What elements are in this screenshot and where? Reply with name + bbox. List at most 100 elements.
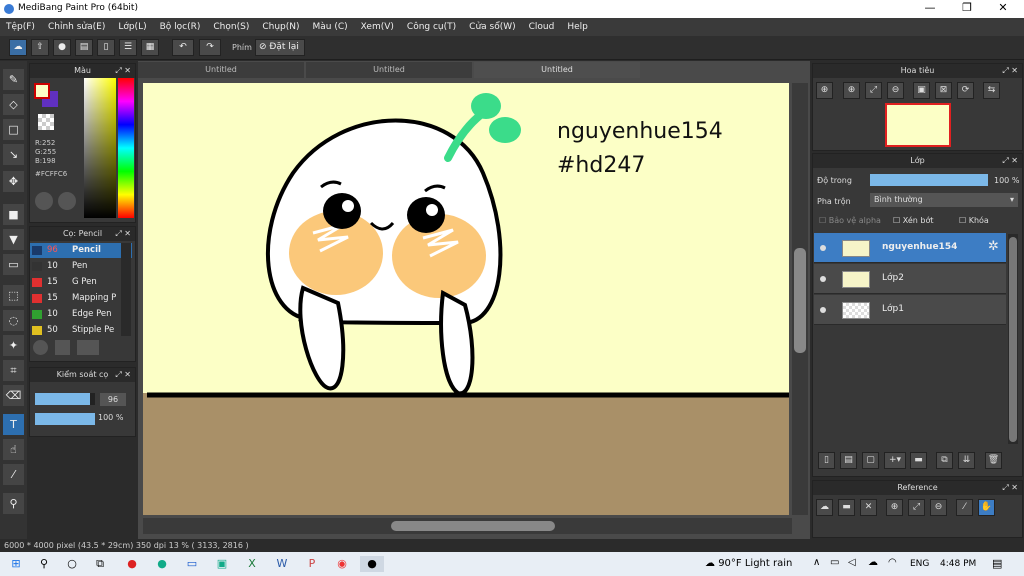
saturation-value-picker[interactable] [84,78,116,218]
layer-row[interactable]: nguyenhue154 ✲ [814,233,1006,263]
volume-icon[interactable]: ◁ [848,557,856,568]
zoom-in-2-icon[interactable]: ⊕ [843,82,860,99]
menu-tools[interactable]: Công cụ(T) [407,22,456,32]
notification-icon[interactable]: ▤ [992,557,1002,570]
windows-start-icon[interactable]: ⊞ [8,556,24,572]
trash-icon[interactable]: 🗑 [985,452,1002,469]
actual-size-icon[interactable]: ⊠ [935,82,952,99]
panel-close-icon[interactable]: ⤢ ✕ [1002,154,1018,168]
word-icon[interactable]: W [274,556,290,572]
select-eraser-icon[interactable]: ⌫ [3,385,24,406]
panel-close-icon[interactable]: ⤢ ✕ [115,64,131,78]
merge-layer-icon[interactable]: ⇊ [958,452,975,469]
reset-button[interactable]: ⊘ Đặt lại [255,39,305,56]
layer-row[interactable]: Lớp2 [814,264,1006,294]
app-icon-1[interactable]: ● [124,556,140,572]
dropper-tool-icon[interactable]: ⁄ [3,464,24,485]
bucket-tool-icon[interactable]: ▼ [3,229,24,250]
eye-icon[interactable] [820,276,826,282]
brush-item[interactable]: 15 G Pen [30,275,132,290]
operation-tool-icon[interactable]: ☝ [3,439,24,460]
gear-icon[interactable]: ✲ [988,239,999,254]
menu-cloud[interactable]: Cloud [529,22,555,32]
onedrive-icon[interactable]: ☁ [868,557,878,568]
eyedropper-icon[interactable]: ⚲ [3,493,24,514]
brush-item[interactable]: 50 Stipple Pe [30,323,132,338]
tray-chevron-icon[interactable]: ∧ [813,557,820,568]
pen-tool-icon[interactable]: ✎ [3,69,24,90]
text-tool-icon[interactable]: T [3,414,24,435]
zoom-out-icon[interactable]: ⊖ [887,82,904,99]
hand-icon[interactable]: ✋ [978,499,995,516]
fill-rect-tool-icon[interactable]: ■ [3,204,24,225]
close-icon[interactable]: ✕ [988,1,1018,14]
language-indicator[interactable]: ENG [910,559,929,569]
cloud-icon[interactable]: ☁ [9,39,27,56]
reference-dropper-icon[interactable]: ⁄ [956,499,973,516]
fit-icon[interactable]: ⤢ [865,82,882,99]
new-halftone-layer-icon[interactable]: ▤ [840,452,857,469]
horizontal-scrollbar[interactable] [143,518,792,534]
eye-icon[interactable] [820,245,826,251]
grid-icon[interactable]: ▦ [141,39,159,56]
menu-filter[interactable]: Bộ lọc(R) [160,22,201,32]
clip-checkbox[interactable]: ☐ Xén bớt [893,216,933,225]
tab-untitled-2[interactable]: Untitled [306,62,472,78]
menu-view[interactable]: Xem(V) [361,22,394,32]
primary-color-swatch[interactable] [34,83,50,99]
line-tool-icon[interactable]: ↘ [3,144,24,165]
cortana-icon[interactable]: ○ [64,556,80,572]
network-icon[interactable]: ▭ [830,557,839,568]
excel-icon[interactable]: X [244,556,260,572]
maximize-icon[interactable]: ❐ [952,1,982,14]
lock-checkbox[interactable]: ☐ Khóa [959,216,989,225]
minimize-icon[interactable]: — [915,1,945,14]
brush-menu-icon[interactable] [77,340,99,355]
edge-icon[interactable]: ● [154,556,170,572]
vertical-scrollbar[interactable] [792,83,808,515]
palette-icon[interactable] [35,192,53,210]
menu-select[interactable]: Chọn(S) [213,22,249,32]
move-tool-icon[interactable]: ✥ [3,171,24,192]
add-layer-menu-icon[interactable]: +▾ [884,452,906,469]
reference-fit-icon[interactable]: ⤢ [908,499,925,516]
page-icon[interactable]: ▯ [97,39,115,56]
menu-edit[interactable]: Chỉnh sửa(E) [48,22,105,32]
fit-window-icon[interactable]: ▣ [913,82,930,99]
menu-window[interactable]: Cửa sổ(W) [469,22,515,32]
layer-opacity-slider[interactable] [870,174,988,186]
add-brush-icon[interactable] [33,340,48,355]
select-pen-icon[interactable]: ⌗ [3,360,24,381]
vertical-scroll-thumb[interactable] [794,248,806,353]
brush-item[interactable]: 96Pencil✲ [30,243,132,258]
undo-icon[interactable]: ↶ [172,39,194,56]
layer-row[interactable]: Lớp1 [814,295,1006,325]
new-brush-icon[interactable] [55,340,70,355]
redo-icon[interactable]: ↷ [199,39,221,56]
tab-untitled-1[interactable]: Untitled [138,62,304,78]
rotate-icon[interactable]: ⟳ [957,82,974,99]
layer-list-scrollbar[interactable] [1008,234,1018,444]
task-view-icon[interactable]: ⧉ [92,556,108,572]
drawing-canvas[interactable]: nguyenhue154 #hd247 [143,83,789,515]
opacity-slider[interactable] [35,413,95,425]
medibang-taskbar-icon[interactable]: ● [360,556,384,572]
wifi-icon[interactable]: ◠ [888,557,897,568]
weather-widget[interactable]: ☁ 90°F Light rain [705,558,792,569]
protect-alpha-checkbox[interactable]: ☐ Bảo vệ alpha [819,216,881,225]
rect-tool-icon[interactable]: □ [3,119,24,140]
comment-icon[interactable]: ● [53,39,71,56]
chrome-icon[interactable]: ◉ [334,556,350,572]
size-slider[interactable] [35,393,95,405]
folder-icon[interactable]: ▬ [910,452,927,469]
menu-layer[interactable]: Lớp(L) [118,22,146,32]
new-8bit-layer-icon[interactable]: ▢ [862,452,879,469]
reference-zoom-out-icon[interactable]: ⊖ [930,499,947,516]
brush-item[interactable]: 10 Edge Pen [30,307,132,322]
upload-icon[interactable]: ⇧ [31,39,49,56]
panel-close-icon[interactable]: ⤢ ✕ [115,227,131,241]
menu-color[interactable]: Màu (C) [313,22,348,32]
blend-mode-select[interactable]: Bình thường ▾ [870,193,1018,207]
tab-untitled-3[interactable]: Untitled [474,62,640,78]
store-icon[interactable]: ▣ [214,556,230,572]
